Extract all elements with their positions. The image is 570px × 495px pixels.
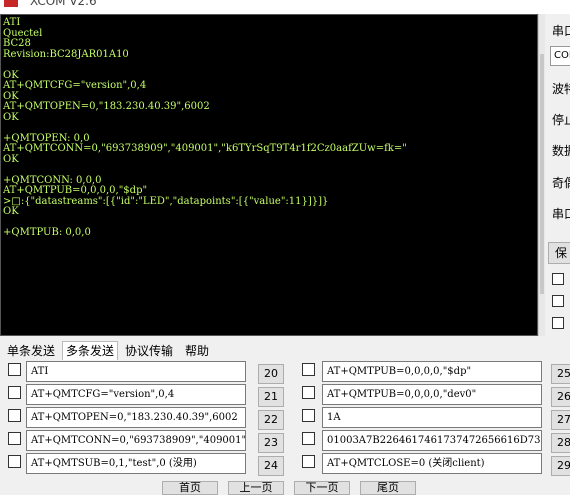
next-page-button[interactable]: 下一页 xyxy=(294,481,350,495)
send-button[interactable]: 24 xyxy=(258,456,284,476)
send-button[interactable]: 28 xyxy=(551,433,570,453)
command-input[interactable]: AT+QMTSUB=0,1,"test",0 (没用) xyxy=(26,453,246,474)
last-page-button[interactable]: 尾页 xyxy=(360,481,416,495)
command-input[interactable]: 1A xyxy=(322,407,542,428)
send-button[interactable]: 22 xyxy=(258,410,284,430)
send-button[interactable]: 29 xyxy=(551,456,570,476)
send-button[interactable]: 26 xyxy=(551,387,570,407)
command-input[interactable]: AT+QMTCLOSE=0 (关闭client) xyxy=(322,453,542,474)
data-bits-label: 数据 xyxy=(552,144,570,158)
send-button[interactable]: 25 xyxy=(551,364,570,384)
baud-label: 波特 xyxy=(552,82,570,96)
side-checkbox-3[interactable] xyxy=(552,317,564,329)
send-button[interactable]: 20 xyxy=(258,364,284,384)
command-checkbox[interactable] xyxy=(8,363,21,376)
stop-bits-label: 停止 xyxy=(552,113,570,127)
command-checkbox[interactable] xyxy=(8,455,21,468)
tab-single-send[interactable]: 单条发送 xyxy=(4,342,58,360)
command-checkbox[interactable] xyxy=(302,386,315,399)
command-input[interactable]: AT+QMTPUB=0,0,0,0,"dev0" xyxy=(322,384,542,405)
terminal-text: ATI Quectel BC28 Revision:BC28JAR01A10 O… xyxy=(3,17,407,238)
command-checkbox[interactable] xyxy=(8,386,21,399)
save-button[interactable]: 保 xyxy=(548,242,570,264)
app-icon xyxy=(4,0,18,7)
command-checkbox[interactable] xyxy=(302,409,315,422)
parity-label: 奇偶 xyxy=(552,176,570,190)
side-checkbox-2[interactable] xyxy=(552,295,564,307)
terminal-scrollbar[interactable] xyxy=(538,14,545,336)
tab-multi-send[interactable]: 多条发送 xyxy=(62,341,119,360)
prev-page-button[interactable]: 上一页 xyxy=(228,481,284,495)
send-mode-tabs: 单条发送 多条发送 协议传输 帮助 xyxy=(0,341,570,361)
receive-terminal[interactable]: ATI Quectel BC28 Revision:BC28JAR01A10 O… xyxy=(0,14,538,336)
tab-protocol[interactable]: 协议传输 xyxy=(122,342,176,360)
command-checkbox[interactable] xyxy=(302,432,315,445)
first-page-button[interactable]: 首页 xyxy=(162,481,218,495)
command-input[interactable]: AT+QMTCFG="version",0,4 xyxy=(26,384,246,405)
send-button[interactable]: 21 xyxy=(258,387,284,407)
title-bar: XCOM V2.6 xyxy=(0,0,570,14)
command-checkbox[interactable] xyxy=(8,409,21,422)
send-button[interactable]: 27 xyxy=(551,410,570,430)
command-input[interactable]: AT+QMTCONN=0,"693738909","409001","k xyxy=(26,430,246,451)
command-checkbox[interactable] xyxy=(8,432,21,445)
command-input[interactable]: ATI xyxy=(26,361,246,382)
command-checkbox[interactable] xyxy=(302,455,315,468)
window-title: XCOM V2.6 xyxy=(30,0,97,8)
port-op-label: 串口 xyxy=(552,207,570,221)
command-input[interactable]: 01003A7B2264617461737472656616D73223A xyxy=(322,430,542,451)
send-button[interactable]: 23 xyxy=(258,433,284,453)
command-checkbox[interactable] xyxy=(302,363,315,376)
command-input[interactable]: AT+QMTOPEN=0,"183.230.40.39",6002 xyxy=(26,407,246,428)
tab-help[interactable]: 帮助 xyxy=(182,342,212,360)
port-select[interactable]: COM xyxy=(550,46,570,66)
port-label: 串口 xyxy=(552,24,570,38)
side-checkbox-1[interactable] xyxy=(552,273,564,285)
scrollbar-thumb[interactable] xyxy=(540,54,544,294)
command-input[interactable]: AT+QMTPUB=0,0,0,0,"$dp" xyxy=(322,361,542,382)
